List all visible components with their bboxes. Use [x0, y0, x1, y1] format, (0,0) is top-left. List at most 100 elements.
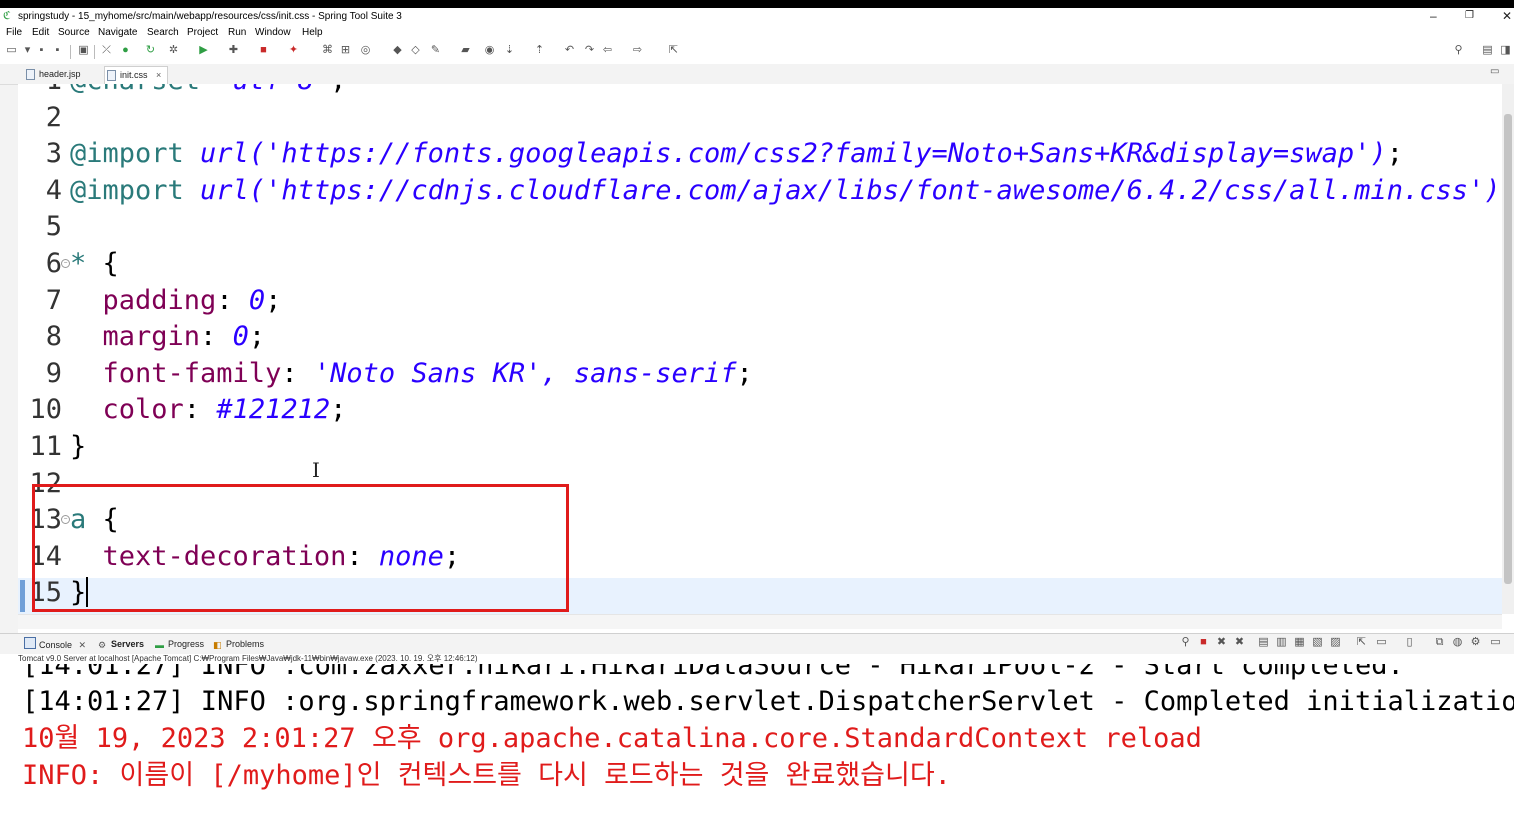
minimize-button[interactable]: –	[1430, 8, 1437, 24]
terminal-icon[interactable]: ▣	[78, 45, 89, 56]
save-icon[interactable]: ▪	[36, 45, 47, 56]
remove-launch-icon[interactable]: ✖	[1216, 637, 1227, 648]
dropdown-arrow-icon[interactable]: ▾	[22, 45, 33, 56]
main-toolbar: ▭ ▾ ▪ ▪ ▣ ⤫ ● ↻ ✲ ▶ ✚ ■ ✦ ⌘ ⊞ ◎ ◆ ◇ ✎ ▰ …	[0, 42, 1514, 62]
menu-window[interactable]: Window	[255, 27, 291, 38]
run-coverage-icon[interactable]: ✚	[228, 45, 239, 56]
scroll-lock-icon[interactable]: ▥	[1276, 637, 1287, 648]
menu-source[interactable]: Source	[58, 27, 90, 38]
globe-icon[interactable]: ◉	[484, 45, 495, 56]
code-token: @import	[70, 174, 201, 206]
pin-console-icon[interactable]: ⚲	[1180, 637, 1191, 648]
menu-search[interactable]: Search	[147, 27, 179, 38]
menu-help[interactable]: Help	[302, 27, 323, 38]
menu-file[interactable]: File	[6, 27, 22, 38]
code-token: :	[216, 284, 249, 316]
code-token: "utf-8"	[216, 84, 330, 96]
spring-boot-icon[interactable]: ●	[120, 45, 131, 56]
external-tools-icon[interactable]: ✦	[288, 45, 299, 56]
fold-toggle-icon[interactable]: −	[61, 259, 70, 268]
console-line: 10월 19, 2023 2:01:27 오후 org.apache.catal…	[22, 723, 1202, 754]
tab-progress[interactable]: ▬ Progress	[155, 637, 204, 651]
clear-console-icon[interactable]: ▤	[1258, 637, 1269, 648]
line-number: 7	[45, 284, 62, 316]
minimize-console-icon[interactable]: ▭	[1490, 637, 1501, 648]
open-task-icon[interactable]: ◇	[410, 45, 421, 56]
tab-problems[interactable]: ◧ Problems	[213, 637, 264, 651]
code-token: :	[281, 357, 314, 389]
editor-vertical-scrollbar[interactable]	[1502, 84, 1514, 614]
code-line: 11}	[18, 429, 1502, 465]
tab-servers[interactable]: ⚙ Servers	[98, 637, 144, 651]
code-token: 0	[232, 321, 249, 353]
menu-edit[interactable]: Edit	[32, 27, 49, 38]
file-icon	[107, 70, 116, 81]
editor-horizontal-scrollbar[interactable]	[18, 614, 1502, 629]
code-token: @import	[70, 138, 201, 170]
open-type-icon[interactable]: ◆	[392, 45, 403, 56]
new-console-icon[interactable]: ▯	[1404, 637, 1415, 648]
code-token: url('https://fonts.googleapis.com/css2?f…	[200, 138, 1387, 170]
code-text: color: #121212;	[70, 392, 347, 428]
show-stderr-icon[interactable]: ▨	[1330, 637, 1341, 648]
skip-breakpoints-icon[interactable]: ⤫	[101, 45, 112, 56]
copy-icon[interactable]: ⧉	[1434, 637, 1445, 648]
show-stdout-icon[interactable]: ▧	[1312, 637, 1323, 648]
line-number: 2	[45, 101, 62, 133]
spring-perspective-icon[interactable]: ◨	[1500, 45, 1511, 56]
display-console-icon[interactable]: ▭	[1376, 637, 1387, 648]
window-titlebar: ℭ springstudy - 15_myhome/src/main/webap…	[0, 8, 1514, 26]
debug-icon[interactable]: ✲	[168, 45, 179, 56]
new-class-icon[interactable]: ◎	[360, 45, 371, 56]
open-console-icon[interactable]: ⇱	[1356, 637, 1367, 648]
open-perspective-icon[interactable]: ⇱	[668, 45, 679, 56]
console-settings-icon[interactable]: ◍	[1452, 637, 1463, 648]
code-line: 10 color: #121212;	[18, 392, 1502, 428]
highlight-box	[32, 484, 569, 612]
java-ee-perspective-icon[interactable]: ▤	[1482, 45, 1493, 56]
line-number: 8	[45, 321, 62, 353]
remove-all-icon[interactable]: ✖	[1234, 637, 1245, 648]
forward-icon[interactable]: ⇨	[632, 45, 643, 56]
tab-console[interactable]: Console ✕	[24, 637, 86, 652]
maximize-button[interactable]: ❐	[1465, 8, 1474, 24]
line-number: 6	[45, 248, 62, 279]
close-tab-icon[interactable]: ×	[156, 70, 161, 80]
tab-label: Servers	[111, 639, 145, 649]
run-icon[interactable]: ▶	[198, 45, 209, 56]
close-button[interactable]: ✕	[1502, 8, 1512, 24]
next-annotation-icon[interactable]: ⇣	[504, 45, 515, 56]
menu-navigate[interactable]: Navigate	[98, 27, 137, 38]
screen-top-edge	[0, 0, 1514, 8]
minimize-editor-icon[interactable]: ▭	[1490, 66, 1499, 77]
new-package-icon[interactable]: ⊞	[340, 45, 351, 56]
code-text: @import url('https://cdnjs.cloudflare.co…	[70, 173, 1502, 209]
back-icon[interactable]: ⇦	[602, 45, 613, 56]
new-icon[interactable]: ▭	[6, 45, 17, 56]
word-wrap-icon[interactable]: ▦	[1294, 637, 1305, 648]
open-folder-icon[interactable]: ▰	[460, 45, 471, 56]
stop-icon[interactable]: ■	[258, 45, 269, 56]
tab-header-jsp[interactable]: header.jsp	[24, 66, 81, 83]
code-text: }	[70, 429, 86, 465]
save-all-icon[interactable]: ▪	[52, 45, 63, 56]
pin-icon[interactable]: ↷	[584, 45, 595, 56]
scrollbar-thumb[interactable]	[1504, 114, 1512, 584]
last-edit-icon[interactable]: ↶	[564, 45, 575, 56]
close-console-icon[interactable]: ✕	[79, 640, 87, 650]
menu-run[interactable]: Run	[228, 27, 246, 38]
search-icon[interactable]: ⚲	[1453, 45, 1464, 56]
new-java-project-icon[interactable]: ⌘	[322, 45, 333, 56]
file-icon	[26, 69, 35, 80]
toolbar-separator	[94, 45, 95, 59]
gear-icon[interactable]: ⚙	[1470, 637, 1481, 648]
menu-project[interactable]: Project	[187, 27, 218, 38]
search-toolbar-icon[interactable]: ✎	[430, 45, 441, 56]
tab-label: header.jsp	[39, 69, 81, 79]
refresh-spring-icon[interactable]: ↻	[145, 45, 156, 56]
terminate-icon[interactable]: ■	[1198, 637, 1209, 648]
console-icon	[24, 637, 36, 649]
prev-annotation-icon[interactable]: ⇡	[534, 45, 545, 56]
tab-init-css[interactable]: init.css ×	[104, 66, 169, 84]
console-output[interactable]: [14:01:27] INFO :com.zaxxer.hikari.Hikar…	[18, 664, 1514, 834]
